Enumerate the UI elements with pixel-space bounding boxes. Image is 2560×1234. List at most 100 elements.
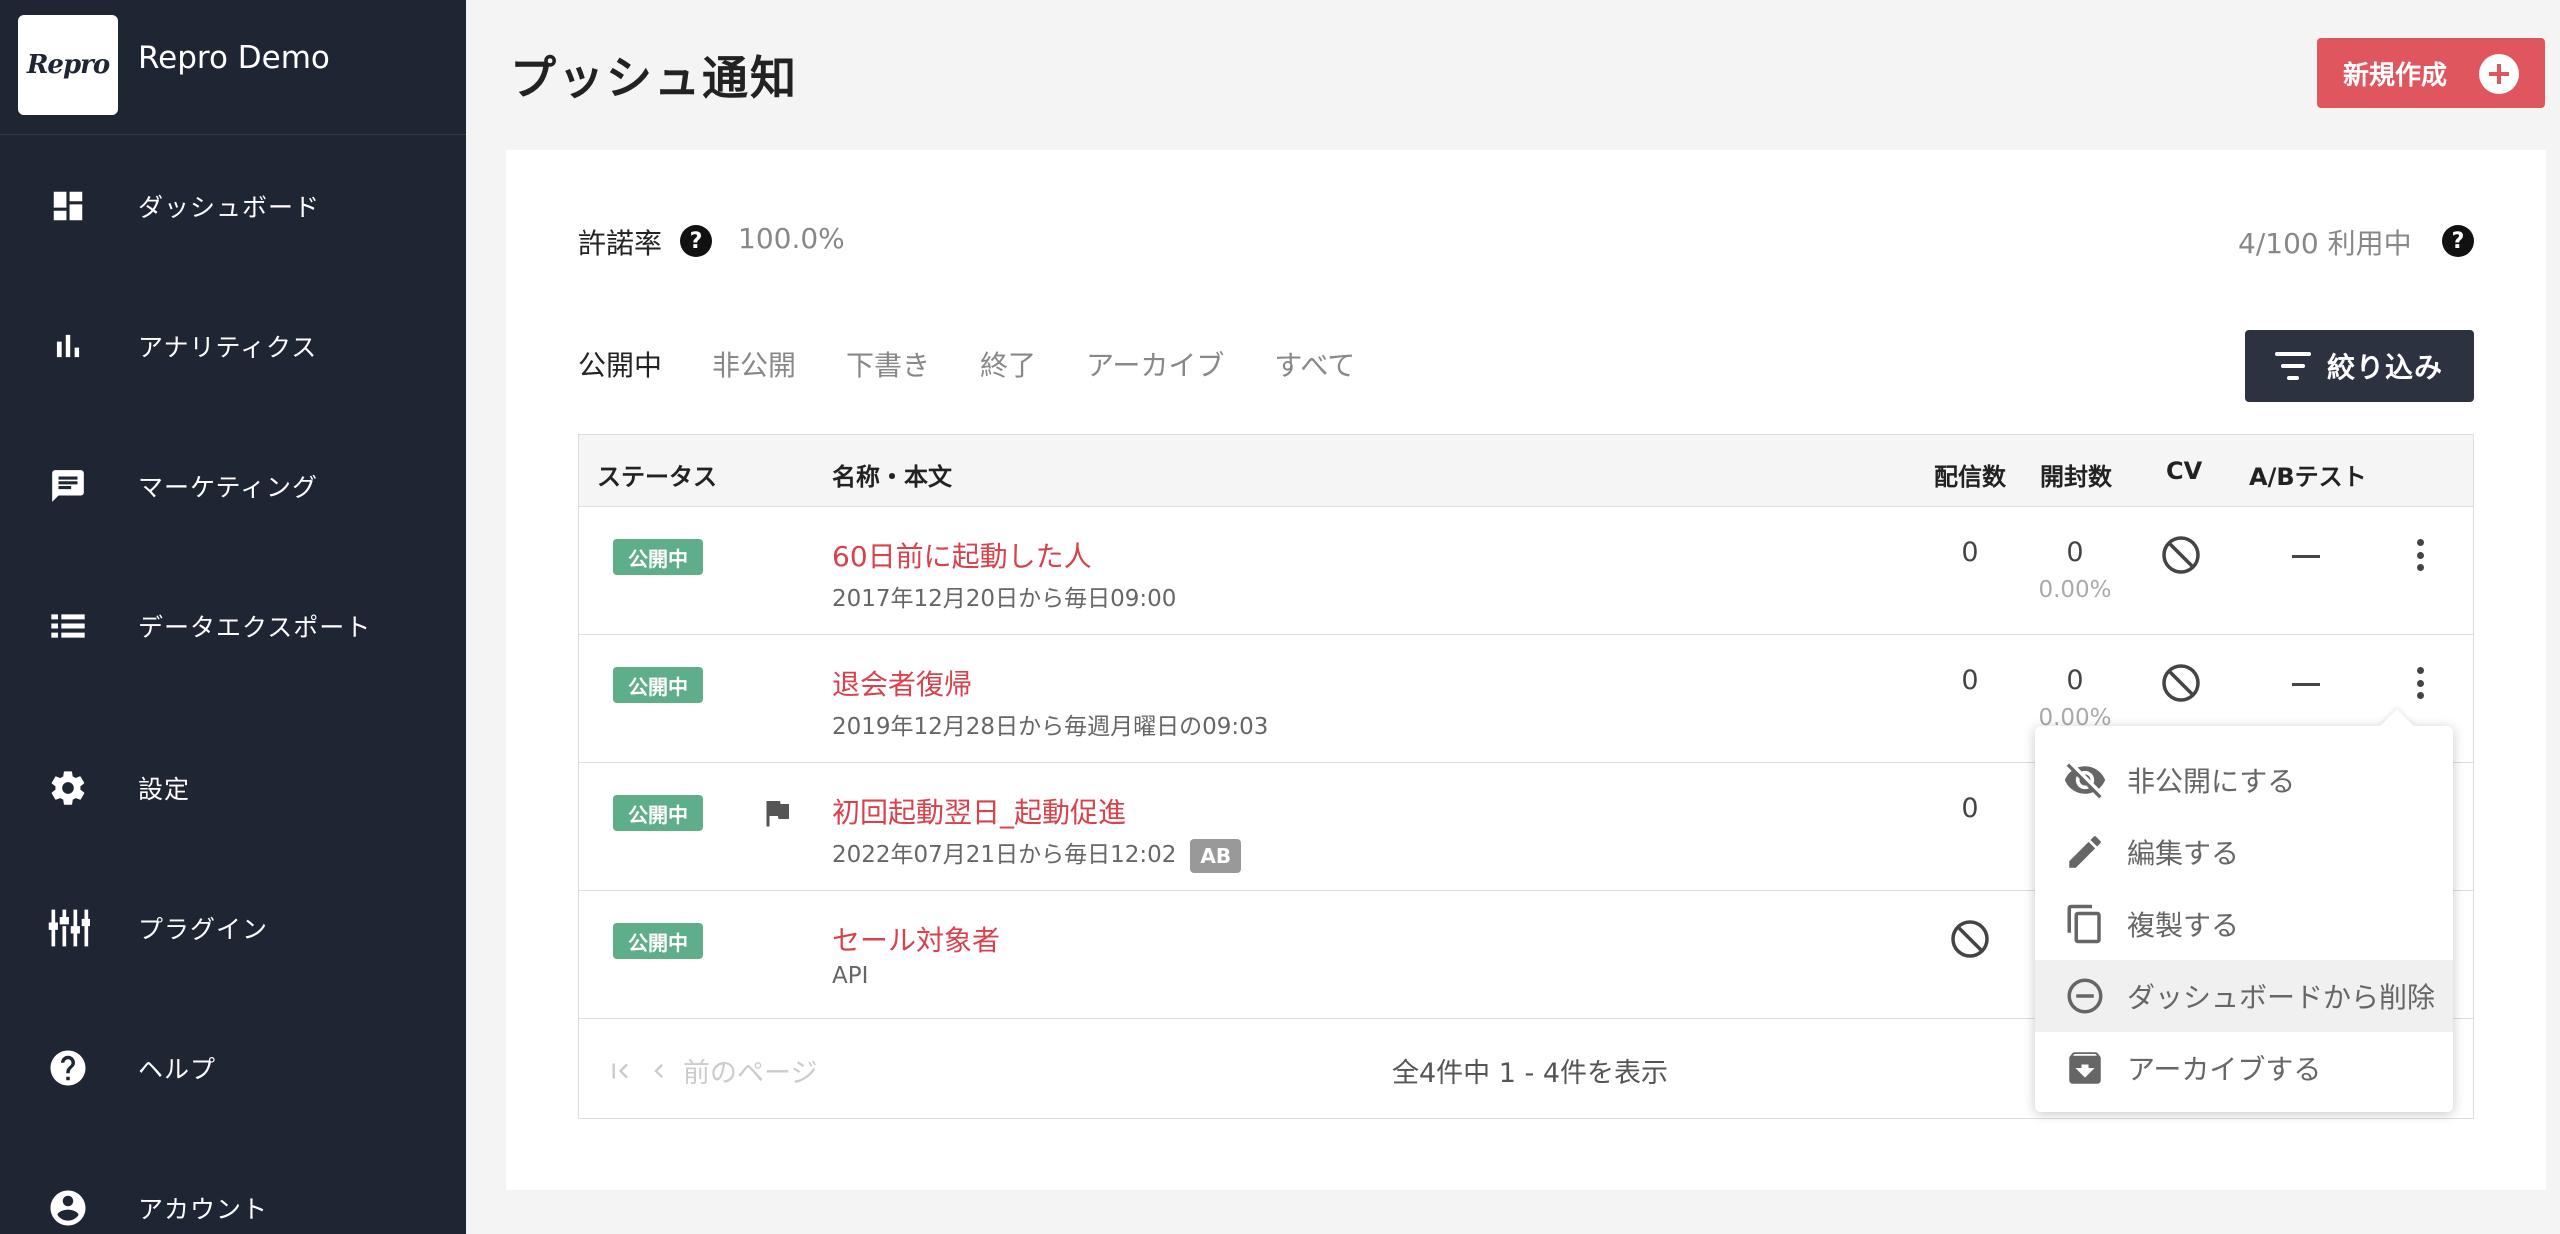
menu-item-label: 複製する [2127,909,2240,942]
menu-item-label: ダッシュボードから削除 [2127,981,2436,1014]
row-schedule: 2022年07月21日から毎日12:02 AB [832,835,1242,873]
prev-page-button[interactable]: 前のページ [605,1051,817,1090]
more-vert-icon[interactable] [2405,535,2435,575]
sidebar-item-label: アカウント [138,1195,269,1224]
row-schedule-text: 2022年07月21日から毎日12:02 [832,842,1177,868]
sidebar-item-label: プラグイン [138,915,269,944]
sidebar-item-data-export[interactable]: データエクスポート [0,586,466,666]
app-name: Repro Demo [138,40,330,76]
header-opened: 開封数 [2040,463,2112,491]
open-rate: 0.00% [2038,577,2112,603]
tab-unpublished[interactable]: 非公開 [712,344,796,384]
menu-item-unpublish[interactable]: 非公開にする [2035,744,2453,816]
row-title-link[interactable]: 初回起動翌日_起動促進 [832,791,1126,831]
chat-icon [44,462,92,510]
copy-icon [2063,902,2107,946]
gear-icon [44,764,92,812]
tab-all[interactable]: すべて [1274,344,1355,384]
sidebar-item-label: 設定 [138,775,191,804]
open-count: 0 [2066,665,2084,696]
tab-draft[interactable]: 下書き [846,344,930,384]
first-page-icon [612,1063,628,1078]
rate-value: 100.0% [738,222,845,255]
rate-help-icon[interactable]: ? [680,225,712,257]
row-schedule: 2017年12月20日から毎日09:00 [832,586,1177,612]
prev-page-label: 前のページ [683,1058,818,1089]
status-badge: 公開中 [613,795,703,831]
status-tabs: 公開中 非公開 下書き 終了 アーカイブ すべて [578,344,1355,384]
menu-item-remove-from-dashboard[interactable]: ダッシュボードから削除 [2035,960,2453,1032]
sidebar-item-dashboard[interactable]: ダッシュボード [0,166,466,246]
eye-off-icon [2063,758,2107,802]
ab-badge: AB [1190,838,1242,873]
brand-header: Repro Repro Demo [0,0,466,135]
bar-chart-icon [44,322,92,370]
row-title-link[interactable]: セール対象者 [832,919,1000,959]
menu-item-label: 編集する [2127,837,2240,870]
tab-published[interactable]: 公開中 [578,344,662,384]
status-badge: 公開中 [613,667,703,703]
list-icon [44,602,92,650]
row-schedule: API [832,963,869,989]
menu-item-label: 非公開にする [2127,765,2296,798]
sidebar: Repro Repro Demo ダッシュボード アナリティクス マーケティング… [0,0,466,1234]
table-row[interactable]: 公開中 60日前に起動した人 2017年12月20日から毎日09:00 0 0 … [579,507,2473,635]
row-title-link[interactable]: 退会者復帰 [832,663,972,703]
header-status: ステータス [597,463,717,491]
sidebar-item-label: アナリティクス [138,333,318,362]
menu-item-edit[interactable]: 編集する [2035,816,2453,888]
menu-item-duplicate[interactable]: 複製する [2035,888,2453,960]
flag-icon [759,793,795,833]
status-badge: 公開中 [613,923,703,959]
sidebar-item-label: データエクスポート [138,613,372,642]
dash-icon [2292,555,2320,558]
header-name: 名称・本文 [832,463,952,491]
usage-text: 4/100 利用中 [2238,227,2412,260]
remove-circle-icon [2063,974,2107,1018]
usage-help-icon[interactable]: ? [2442,225,2474,257]
sidebar-item-label: マーケティング [138,473,319,502]
sidebar-item-marketing[interactable]: マーケティング [0,446,466,526]
sidebar-item-help[interactable]: ヘルプ [0,1028,466,1108]
block-icon [2161,663,2201,703]
menu-item-label: アーカイブする [2127,1053,2322,1086]
account-icon [44,1184,92,1232]
new-button-label: 新規作成 [2343,60,2448,91]
sent-count: 0 [1961,665,1979,696]
app-logo[interactable]: Repro [18,15,118,115]
sidebar-item-plugins[interactable]: プラグイン [0,888,466,968]
tab-archive[interactable]: アーカイブ [1086,344,1224,384]
pencil-icon [2063,830,2107,874]
block-icon [1950,919,1990,959]
filter-icon [2275,352,2311,380]
sent-count: 0 [1961,793,1979,824]
page-title: プッシュ通知 [510,51,798,105]
header-cv: CV [2166,457,2203,485]
dash-icon [2292,683,2320,686]
sidebar-item-label: ヘルプ [138,1055,217,1084]
rate-label: 許諾率 [578,227,663,260]
tab-ended[interactable]: 終了 [980,344,1036,384]
block-icon [2161,535,2201,575]
filter-button[interactable]: 絞り込み [2245,330,2474,402]
sidebar-item-account[interactable]: アカウント [0,1168,466,1234]
sidebar-item-settings[interactable]: 設定 [0,748,466,828]
menu-item-archive[interactable]: アーカイブする [2035,1032,2453,1104]
sliders-icon [44,904,92,952]
open-count: 0 [2066,537,2084,568]
filter-label: 絞り込み [2327,351,2444,384]
sidebar-item-analytics[interactable]: アナリティクス [0,306,466,386]
row-context-menu: 非公開にする 編集する 複製する ダッシュボードから削除 アーカイブする [2035,726,2453,1112]
sent-count: 0 [1961,537,1979,568]
archive-icon [2063,1046,2107,1090]
help-icon [44,1044,92,1092]
more-vert-icon[interactable] [2405,663,2435,703]
chevron-left-icon [654,1063,663,1078]
header-sent: 配信数 [1934,463,2006,491]
dashboard-icon [44,182,92,230]
row-title-link[interactable]: 60日前に起動した人 [832,535,1092,575]
plus-icon [2479,54,2519,94]
sidebar-item-label: ダッシュボード [138,193,321,222]
pagination-info: 全4件中 1 - 4件を表示 [1392,1058,1669,1089]
new-button[interactable]: 新規作成 [2317,38,2545,108]
